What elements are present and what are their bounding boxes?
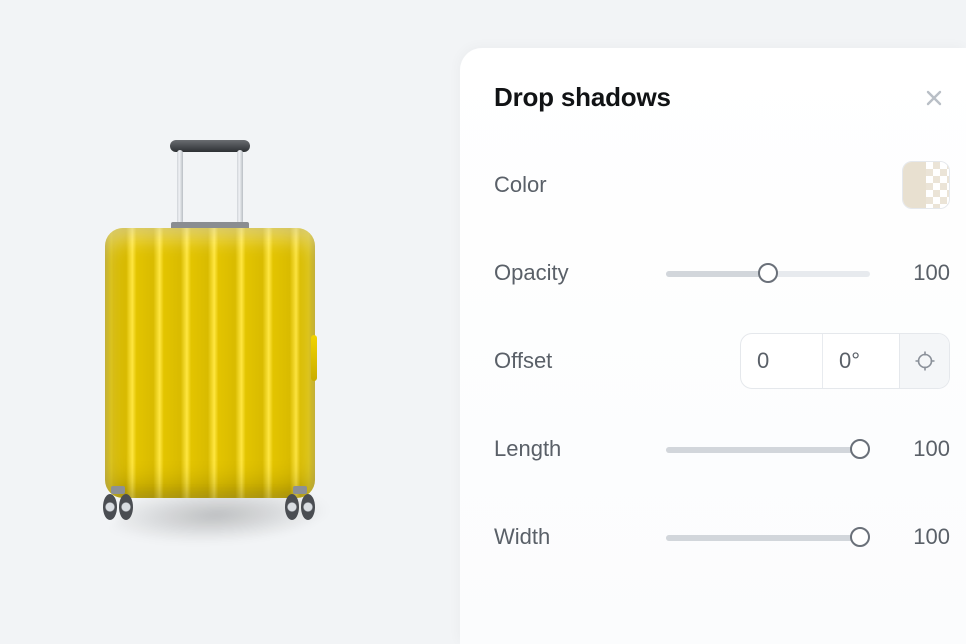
slider-thumb[interactable] <box>850 439 870 459</box>
suitcase-handle-pole <box>177 150 183 224</box>
width-value: 100 <box>894 524 950 550</box>
length-row: Length 100 <box>494 421 950 477</box>
close-button[interactable] <box>920 84 948 112</box>
suitcase-side-handle <box>311 335 317 381</box>
suitcase-body <box>105 228 315 498</box>
color-label: Color <box>494 172 654 198</box>
width-row: Width 100 <box>494 509 950 565</box>
color-swatch-transparency <box>926 162 949 208</box>
opacity-value: 100 <box>894 260 950 286</box>
width-label: Width <box>494 524 654 550</box>
offset-input-group: 0 0° <box>740 333 950 389</box>
color-swatch[interactable] <box>902 161 950 209</box>
color-swatch-solid <box>903 162 926 208</box>
drop-shadows-panel: Drop shadows Color Opacity 100 <box>460 48 966 644</box>
length-value: 100 <box>894 436 950 462</box>
slider-fill <box>666 535 860 541</box>
panel-title: Drop shadows <box>494 82 671 113</box>
width-slider[interactable] <box>666 527 870 547</box>
slider-thumb[interactable] <box>758 263 778 283</box>
close-icon <box>926 90 942 106</box>
offset-target-button[interactable] <box>899 334 949 388</box>
offset-distance-input[interactable]: 0 <box>741 334 823 388</box>
length-label: Length <box>494 436 654 462</box>
offset-label: Offset <box>494 348 654 374</box>
suitcase-wheel <box>285 490 315 520</box>
slider-fill <box>666 447 860 453</box>
length-slider[interactable] <box>666 439 870 459</box>
suitcase-handle-pole <box>237 150 243 224</box>
panel-header: Drop shadows <box>494 82 950 113</box>
offset-angle-input[interactable]: 0° <box>823 334 899 388</box>
crosshair-icon <box>915 351 935 371</box>
preview-object-suitcase[interactable] <box>105 140 315 540</box>
offset-row: Offset 0 0° <box>494 333 950 389</box>
opacity-row: Opacity 100 <box>494 245 950 301</box>
suitcase-wheel <box>103 490 133 520</box>
opacity-label: Opacity <box>494 260 654 286</box>
opacity-slider[interactable] <box>666 263 870 283</box>
color-row: Color <box>494 157 950 213</box>
slider-fill <box>666 271 768 277</box>
slider-thumb[interactable] <box>850 527 870 547</box>
preview-canvas <box>0 0 460 644</box>
